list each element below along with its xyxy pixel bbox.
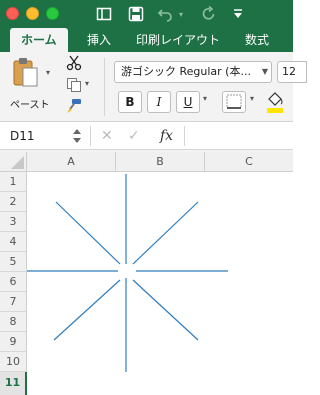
cut-icon[interactable] xyxy=(66,55,82,71)
window-minimize-button[interactable] xyxy=(26,7,39,20)
title-bar: ▾ xyxy=(0,0,293,28)
redo-icon[interactable] xyxy=(198,4,220,24)
row-header-2[interactable]: 2 xyxy=(0,192,27,212)
row-header-8[interactable]: 8 xyxy=(0,312,27,332)
fill-color-icon[interactable] xyxy=(265,90,285,114)
underline-dropdown-icon[interactable]: ▾ xyxy=(203,94,207,103)
name-box-stepper-icon[interactable] xyxy=(72,127,82,145)
paste-dropdown-icon[interactable]: ▾ xyxy=(46,68,50,77)
column-header-b[interactable]: B xyxy=(116,152,205,171)
row-header-3[interactable]: 3 xyxy=(0,212,27,232)
row-header-10[interactable]: 10 xyxy=(0,352,27,372)
confirm-entry-icon[interactable]: ✓ xyxy=(128,125,140,147)
tab-formulas[interactable]: 数式 xyxy=(245,28,269,52)
border-icon[interactable] xyxy=(222,91,246,113)
cancel-entry-icon[interactable]: ✕ xyxy=(101,125,113,147)
row-header-5[interactable]: 5 xyxy=(0,252,27,272)
row-header-4[interactable]: 4 xyxy=(0,232,27,252)
copy-icon[interactable] xyxy=(66,77,82,93)
paste-icon[interactable] xyxy=(10,56,44,90)
ribbon-home: ▾ ペースト ▾ 游ゴシック Regular (本... ▼ 12 B I U … xyxy=(0,52,307,122)
row-header-7[interactable]: 7 xyxy=(0,292,27,312)
tab-home[interactable]: ホーム xyxy=(10,28,68,52)
ribbon-divider xyxy=(104,58,105,116)
tab-page-layout[interactable]: 印刷レイアウト xyxy=(136,28,220,52)
column-header-row: A B C xyxy=(0,152,293,172)
row-header-6[interactable]: 6 xyxy=(0,272,27,292)
font-size-select[interactable]: 12 xyxy=(277,61,307,83)
select-all-corner[interactable] xyxy=(0,152,27,171)
fx-label: fx xyxy=(160,128,174,144)
paste-label[interactable]: ペースト xyxy=(10,96,50,111)
window-maximize-button[interactable] xyxy=(46,7,59,20)
insert-function-icon[interactable]: fx xyxy=(160,125,173,147)
cell-grid[interactable] xyxy=(27,172,293,395)
undo-dropdown-icon[interactable]: ▾ xyxy=(175,4,187,24)
sidebar-toggle-icon[interactable] xyxy=(92,4,116,24)
italic-button[interactable]: I xyxy=(147,91,171,113)
underline-button[interactable]: U xyxy=(176,91,200,113)
column-header-c[interactable]: C xyxy=(205,152,293,171)
row-header-1[interactable]: 1 xyxy=(0,172,27,192)
border-dropdown-icon[interactable]: ▾ xyxy=(250,94,254,103)
row-header-11[interactable]: 11 xyxy=(0,372,27,395)
font-name-dropdown-icon[interactable]: ▼ xyxy=(262,62,268,82)
undo-icon[interactable] xyxy=(154,4,176,24)
format-painter-icon[interactable] xyxy=(66,98,82,114)
formula-bar-divider xyxy=(184,126,185,146)
copy-dropdown-icon[interactable]: ▾ xyxy=(85,79,89,88)
formula-bar-divider xyxy=(90,126,91,146)
font-name-select[interactable]: 游ゴシック Regular (本... ▼ xyxy=(114,61,272,83)
window-close-button[interactable] xyxy=(6,7,19,20)
formula-bar: D11 ✕ ✓ fx xyxy=(0,122,293,150)
save-icon[interactable] xyxy=(124,4,148,24)
row-header-9[interactable]: 9 xyxy=(0,332,27,352)
bold-button[interactable]: B xyxy=(118,91,142,113)
tab-insert[interactable]: 挿入 xyxy=(87,28,111,52)
ribbon-tab-bar: ホーム 挿入 印刷レイアウト 数式 xyxy=(0,28,293,52)
font-name-value: 游ゴシック Regular (本... xyxy=(121,65,251,78)
customize-toolbar-icon[interactable] xyxy=(228,4,248,24)
formula-input[interactable] xyxy=(190,125,290,147)
column-header-a[interactable]: A xyxy=(27,152,116,171)
